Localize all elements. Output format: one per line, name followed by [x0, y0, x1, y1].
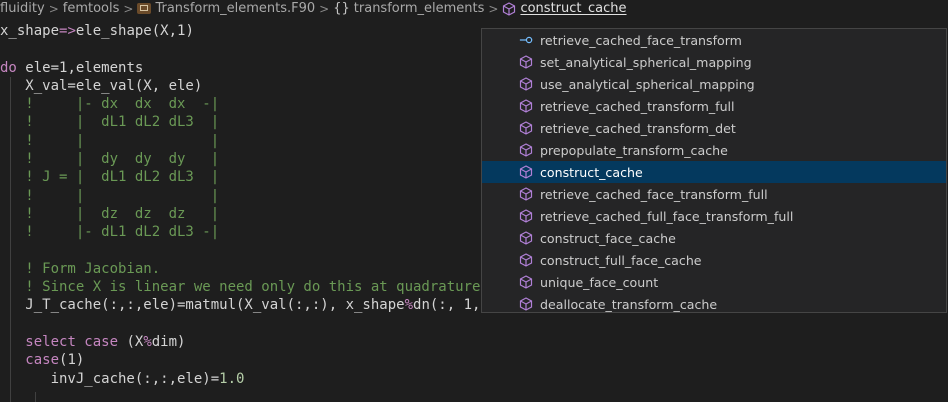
breadcrumb-label: Transform_elements.F90 — [155, 1, 316, 16]
method-icon — [519, 77, 533, 91]
code-token: => — [59, 23, 76, 39]
code-token: ! |- dx dx dx -| — [0, 96, 220, 113]
namespace-icon: {} — [333, 1, 350, 16]
suggestion-item[interactable]: set_analytical_spherical_mapping — [482, 51, 946, 73]
suggestion-label: deallocate_transform_cache — [540, 296, 718, 312]
method-icon — [502, 1, 516, 16]
chevron-right-icon: > — [488, 1, 499, 16]
suggestion-item[interactable]: retrieve_cached_face_transform — [482, 29, 946, 51]
code-token: ! | dy dy dy | — [0, 151, 220, 168]
suggestion-item[interactable]: construct_full_face_cache — [482, 249, 946, 271]
code-token: ! | | — [0, 132, 220, 149]
code-token: ! | dz dz dz | — [0, 205, 220, 222]
chevron-right-icon: > — [319, 1, 330, 16]
method-icon — [519, 121, 533, 135]
suggestion-widget[interactable]: retrieve_cached_face_transform set_analyt… — [481, 28, 947, 313]
code-line[interactable] — [0, 315, 948, 333]
fortran-file-icon — [137, 3, 152, 14]
breadcrumb-label: fluidity — [0, 1, 45, 16]
field-icon — [519, 33, 533, 47]
suggestion-item[interactable]: construct_cache — [482, 161, 946, 183]
chevron-right-icon: > — [123, 1, 134, 16]
method-icon — [519, 231, 533, 245]
suggestion-label: set_analytical_spherical_mapping — [540, 54, 752, 70]
suggestion-label: construct_full_face_cache — [540, 252, 702, 268]
suggestion-item[interactable]: prepopulate_transform_cache — [482, 139, 946, 161]
code-line[interactable]: case(1) — [0, 351, 948, 369]
suggestion-item[interactable]: unique_face_count — [482, 271, 946, 293]
suggestion-label: retrieve_cached_face_transform_full — [540, 186, 768, 202]
breadcrumb-item-subfolder[interactable]: femtools — [63, 1, 120, 16]
code-token: invJ_cache(:,:,ele)= — [0, 370, 220, 387]
suggestion-item[interactable]: use_analytical_spherical_mapping — [482, 73, 946, 95]
suggestion-label: construct_face_cache — [540, 230, 676, 246]
suggestion-label: retrieve_cached_full_face_transform_full — [540, 208, 794, 224]
indent-guide — [35, 392, 36, 402]
suggestion-item[interactable]: deallocate_transform_cache — [482, 293, 946, 312]
method-icon — [519, 297, 533, 311]
breadcrumb-item-symbol[interactable]: construct_cache — [502, 1, 627, 16]
code-token: ! | dL1 dL2 dL3 | — [0, 114, 220, 131]
method-icon — [519, 253, 533, 267]
code-token: J_T_cache(:,:,ele)=matmul(X_val(:,:), x_… — [0, 297, 405, 314]
breadcrumb-item-module[interactable]: {} transform_elements — [333, 1, 484, 16]
code-token: 1.0 — [219, 370, 245, 387]
code-token: (1) — [59, 352, 85, 369]
breadcrumb-label: transform_elements — [353, 1, 485, 16]
code-line[interactable]: invJ_cache(:,:,ele)=1.0 — [0, 370, 948, 388]
suggestion-item[interactable]: retrieve_cached_face_transform_full — [482, 183, 946, 205]
suggestion-label: prepopulate_transform_cache — [540, 142, 728, 158]
method-icon — [519, 187, 533, 201]
code-token: dim) — [151, 334, 186, 351]
suggestion-item[interactable]: retrieve_cached_full_face_transform_full — [482, 205, 946, 227]
method-icon — [519, 165, 533, 179]
method-icon — [519, 275, 533, 289]
method-icon — [519, 209, 533, 223]
code-token: ! | | — [0, 187, 220, 204]
code-token: x_shape — [0, 23, 60, 39]
code-token: select case — [25, 334, 119, 351]
code-token: ! J = | dL1 dL2 dL3 | — [0, 169, 220, 186]
method-icon — [519, 55, 533, 69]
breadcrumb-item-folder[interactable]: fluidity — [0, 1, 45, 16]
method-icon — [519, 143, 533, 157]
method-icon — [519, 99, 533, 113]
code-token: case — [25, 352, 60, 369]
breadcrumb-label: construct_cache — [520, 1, 627, 16]
code-token: (X — [118, 334, 144, 351]
code-token: ele_shape(X,1) — [75, 23, 194, 39]
breadcrumb: fluidity > femtools > Transform_elements… — [0, 0, 948, 17]
chevron-right-icon: > — [48, 1, 59, 16]
code-token: % — [404, 297, 414, 314]
suggestion-label: unique_face_count — [540, 274, 659, 290]
code-token: ! |- dL1 dL2 dL3 -| — [0, 224, 220, 241]
code-token: X_val=ele_val(X, ele) — [0, 77, 203, 94]
code-token: ele=1,elements — [25, 59, 144, 76]
breadcrumb-label: femtools — [62, 1, 120, 16]
suggestion-label: retrieve_cached_face_transform — [540, 32, 742, 48]
code-line[interactable]: select case (X%dim) — [0, 333, 948, 351]
suggestion-label: construct_cache — [540, 164, 643, 180]
suggestion-item[interactable]: retrieve_cached_transform_full — [482, 95, 946, 117]
code-token: do — [0, 59, 26, 76]
code-token: % — [143, 334, 152, 351]
suggestion-label: retrieve_cached_transform_full — [540, 98, 735, 114]
code-token: ! Form Jacobian. — [0, 260, 161, 277]
suggestion-label: use_analytical_spherical_mapping — [540, 76, 755, 92]
suggestion-label: retrieve_cached_transform_det — [540, 120, 736, 136]
suggestion-item[interactable]: retrieve_cached_transform_det — [482, 117, 946, 139]
code-token: ! Since X is linear we need only do this… — [0, 279, 481, 296]
suggestion-item[interactable]: construct_face_cache — [482, 227, 946, 249]
breadcrumb-item-file[interactable]: Transform_elements.F90 — [137, 1, 315, 16]
